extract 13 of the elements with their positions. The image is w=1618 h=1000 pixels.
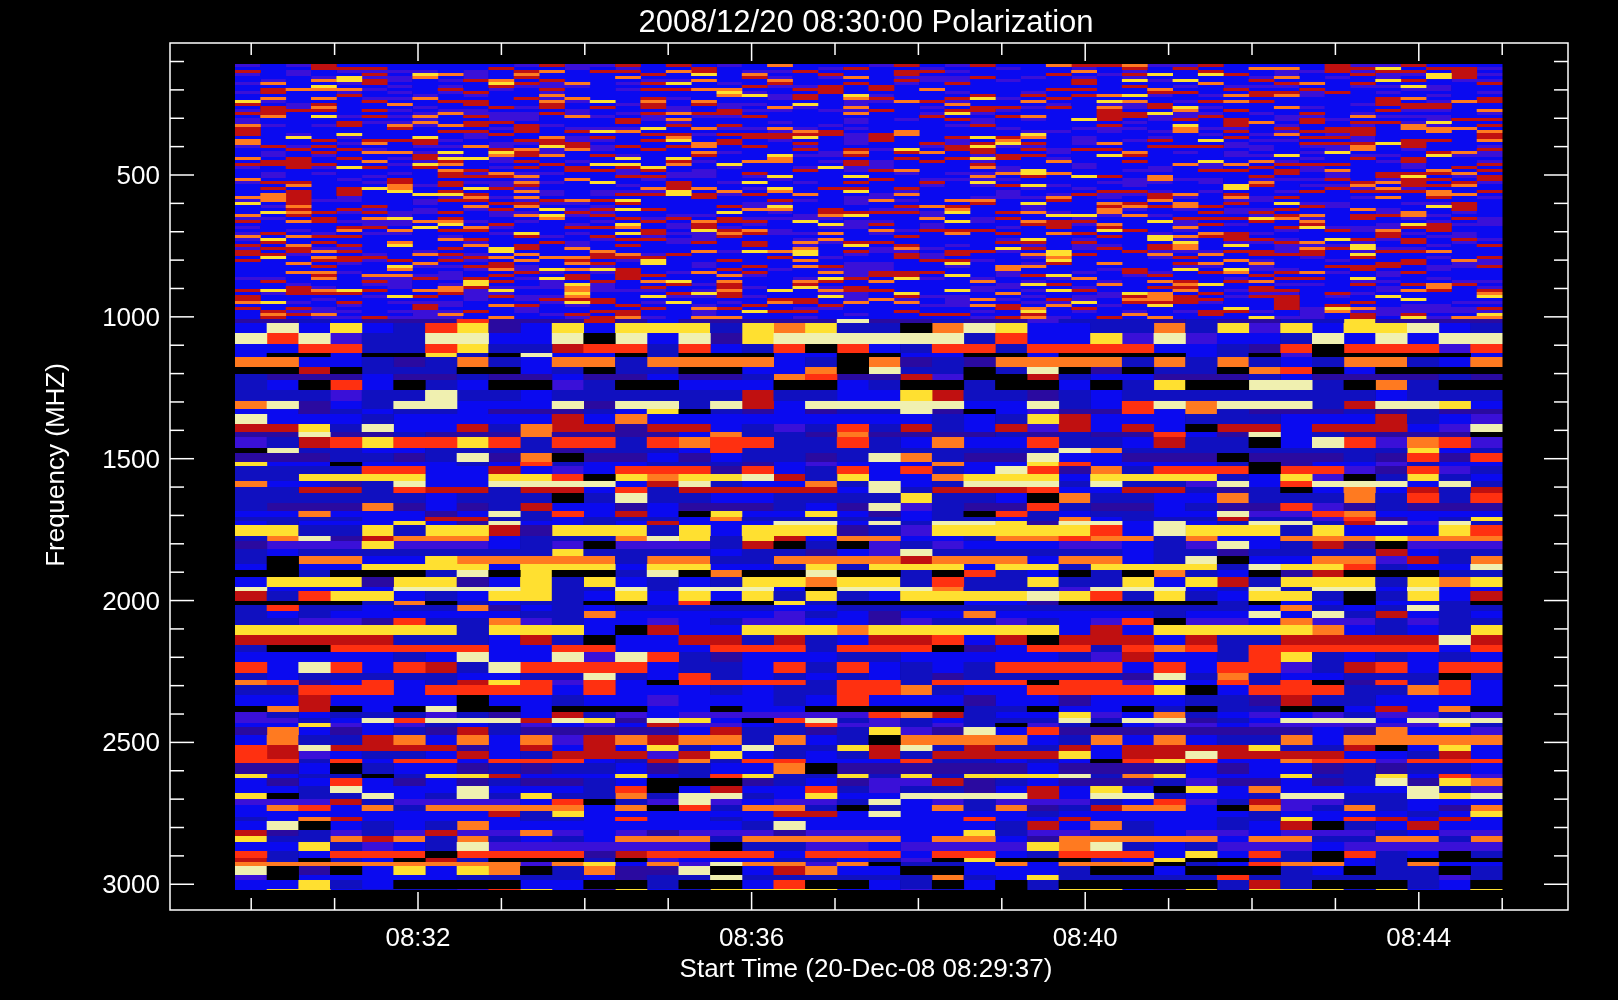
x-tick-label: 08:40 xyxy=(1052,922,1118,952)
x-tick-label: 08:32 xyxy=(385,922,451,952)
x-axis-label: Start Time (20-Dec-08 08:29:37) xyxy=(679,953,1053,983)
y-tick-label: 500 xyxy=(116,160,160,190)
y-tick-label: 1500 xyxy=(102,443,160,474)
x-tick-label: 08:36 xyxy=(719,922,785,952)
plot-title: 2008/12/20 08:30:00 Polarization xyxy=(638,4,1094,39)
x-tick-label: 08:44 xyxy=(1386,922,1452,952)
y-tick-label: 2000 xyxy=(102,585,160,616)
y-tick-label: 2500 xyxy=(102,727,160,758)
y-axis-label: Frequency (MHZ) xyxy=(40,363,70,567)
y-tick-label: 1000 xyxy=(102,301,160,332)
y-tick-label: 3000 xyxy=(102,869,160,900)
